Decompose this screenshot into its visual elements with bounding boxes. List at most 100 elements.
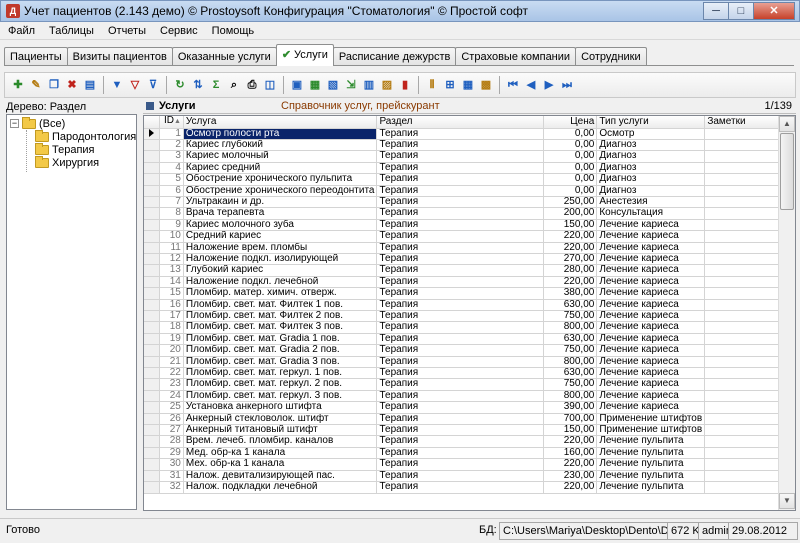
grid-icon[interactable]: ▦ [460, 77, 476, 93]
delete-icon[interactable]: ✖ [64, 77, 80, 93]
print-preview-icon[interactable]: ◫ [262, 77, 278, 93]
cell-id[interactable]: 23 [159, 378, 184, 391]
cell-id[interactable]: 17 [159, 310, 184, 323]
cell-type[interactable]: Осмотр [596, 128, 706, 140]
cell-type[interactable]: Лечение кариеса [596, 321, 706, 334]
cell-type[interactable]: Диагноз [596, 162, 706, 175]
table-icon[interactable]: ▥ [361, 77, 377, 93]
row-indicator[interactable] [144, 150, 161, 163]
cell-price[interactable]: 700,00 [543, 413, 598, 426]
cell-service[interactable]: Кариес молочного зуба [183, 219, 378, 232]
cell-section[interactable]: Терапия [376, 219, 545, 232]
cell-service[interactable]: Кариес молочный [183, 150, 378, 163]
cell-id[interactable]: 3 [159, 150, 184, 163]
cell-section[interactable]: Терапия [376, 264, 545, 277]
cell-price[interactable]: 750,00 [543, 310, 598, 323]
cell-price[interactable]: 270,00 [543, 253, 598, 266]
edit-icon[interactable]: ✎ [28, 77, 44, 93]
cell-section[interactable]: Терапия [376, 299, 545, 312]
table-row[interactable]: 8 Врача терапевта Терапия 200,00 Консультаци… [144, 207, 795, 220]
column-header-type[interactable]: Тип услуги [596, 116, 706, 129]
cell-service[interactable]: Средний кариес [183, 230, 378, 243]
minimize-button[interactable]: ─ [703, 2, 729, 20]
cell-service[interactable]: Анкерный стекловолок. штифт [183, 413, 378, 426]
table-row[interactable]: 9 Кариес молочного зуба Терапия 150,00 Лечен… [144, 219, 795, 232]
cell-type[interactable]: Лечение кариеса [596, 390, 706, 403]
cell-service[interactable]: Глубокий кариес [183, 264, 378, 277]
table-row[interactable]: 17 Пломбир. свет. мат. Филтек 2 пов. Терап… [144, 310, 795, 323]
view-card-icon[interactable]: ▤ [82, 77, 98, 93]
cell-price[interactable]: 800,00 [543, 321, 598, 334]
cell-service[interactable]: Обострение хронического пульпита [183, 173, 378, 186]
cell-price[interactable]: 230,00 [543, 470, 598, 483]
menu-reports[interactable]: Отчеты [100, 25, 152, 37]
cell-price[interactable]: 630,00 [543, 299, 598, 312]
cell-price[interactable]: 0,00 [543, 150, 598, 163]
cell-service[interactable]: Наложение подкл. лечебной [183, 276, 378, 289]
table-row[interactable]: 5 Обострение хронического пульпита Терапия… [144, 173, 795, 186]
cell-id[interactable]: 15 [159, 287, 184, 300]
cell-price[interactable]: 0,00 [543, 139, 598, 152]
cell-type[interactable]: Лечение пульпита [596, 458, 706, 471]
cell-price[interactable]: 220,00 [543, 481, 598, 494]
row-indicator[interactable] [144, 219, 161, 232]
tab-rendered-services[interactable]: Оказанные услуги [171, 47, 277, 66]
cell-section[interactable]: Терапия [376, 435, 545, 448]
tab-insurance[interactable]: Страховые компании [455, 47, 577, 66]
print-icon[interactable]: ⎙ [244, 77, 260, 93]
cell-section[interactable]: Терапия [376, 139, 545, 152]
tab-visits[interactable]: Визиты пациентов [66, 47, 173, 66]
cell-service[interactable]: Пломбир. матер. химич. отверж. [183, 287, 378, 300]
cell-type[interactable]: Лечение пульпита [596, 481, 706, 494]
close-button[interactable]: ✕ [753, 2, 795, 20]
cell-id[interactable]: 7 [159, 196, 184, 209]
cell-service[interactable]: Установка анкерного штифта [183, 401, 378, 414]
column-header-price[interactable]: Цена [543, 116, 598, 129]
cell-type[interactable]: Диагноз [596, 173, 706, 186]
row-indicator[interactable] [144, 139, 161, 152]
cell-price[interactable]: 0,00 [543, 173, 598, 186]
cell-type[interactable]: Лечение кариеса [596, 276, 706, 289]
scroll-thumb[interactable] [780, 133, 794, 210]
section-tree[interactable]: − (Все) Пародонтология Терапия Хирургия [6, 114, 137, 510]
cell-id[interactable]: 22 [159, 367, 184, 380]
cell-section[interactable]: Терапия [376, 356, 545, 369]
cell-section[interactable]: Терапия [376, 276, 545, 289]
row-indicator[interactable] [144, 128, 161, 140]
tab-staff[interactable]: Сотрудники [575, 47, 647, 66]
cell-price[interactable]: 630,00 [543, 333, 598, 346]
cell-type[interactable]: Анестезия [596, 196, 706, 209]
report-icon[interactable]: ▨ [379, 77, 395, 93]
cell-price[interactable]: 390,00 [543, 401, 598, 414]
tree-node-surgery[interactable]: Хирургия [35, 155, 99, 169]
table-row[interactable]: 24 Пломбир. свет. мат. геркул. 3 пов. Тера… [144, 390, 795, 403]
tree-node-periodontology[interactable]: Пародонтология [35, 129, 136, 143]
row-indicator[interactable] [144, 276, 161, 289]
cell-section[interactable]: Терапия [376, 287, 545, 300]
cell-service[interactable]: Пломбир. свет. мат. Gradia 1 пов. [183, 333, 378, 346]
cell-price[interactable]: 800,00 [543, 356, 598, 369]
cell-type[interactable]: Применение штифтов [596, 424, 706, 437]
cell-section[interactable]: Терапия [376, 447, 545, 460]
row-indicator[interactable] [144, 207, 161, 220]
cell-id[interactable]: 19 [159, 333, 184, 346]
scroll-up-icon[interactable]: ▲ [779, 116, 795, 132]
cell-type[interactable]: Лечение кариеса [596, 230, 706, 243]
row-indicator[interactable] [144, 287, 161, 300]
table-row[interactable]: 26 Анкерный стекловолок. штифт Терапия 700,… [144, 413, 795, 426]
tab-duty-schedule[interactable]: Расписание дежурств [332, 47, 457, 66]
cell-price[interactable]: 380,00 [543, 287, 598, 300]
cell-price[interactable]: 0,00 [543, 185, 598, 197]
table-row[interactable]: 13 Глубокий кариес Терапия 280,00 Лечение ка… [144, 264, 795, 277]
filter-off-icon[interactable]: ⊽ [145, 77, 161, 93]
row-indicator[interactable] [144, 481, 161, 494]
cell-type[interactable]: Лечение кариеса [596, 264, 706, 277]
cell-section[interactable]: Терапия [376, 196, 545, 209]
cell-service[interactable]: Врем. лечеб. пломбир. каналов [183, 435, 378, 448]
row-indicator[interactable] [144, 435, 161, 448]
cell-type[interactable]: Лечение кариеса [596, 219, 706, 232]
table-row[interactable]: 4 Кариес средний Терапия 0,00 Диагноз [144, 162, 795, 175]
cell-service[interactable]: Мех. обр-ка 1 канала [183, 458, 378, 471]
cell-section[interactable]: Терапия [376, 173, 545, 186]
cell-id[interactable]: 20 [159, 344, 184, 357]
